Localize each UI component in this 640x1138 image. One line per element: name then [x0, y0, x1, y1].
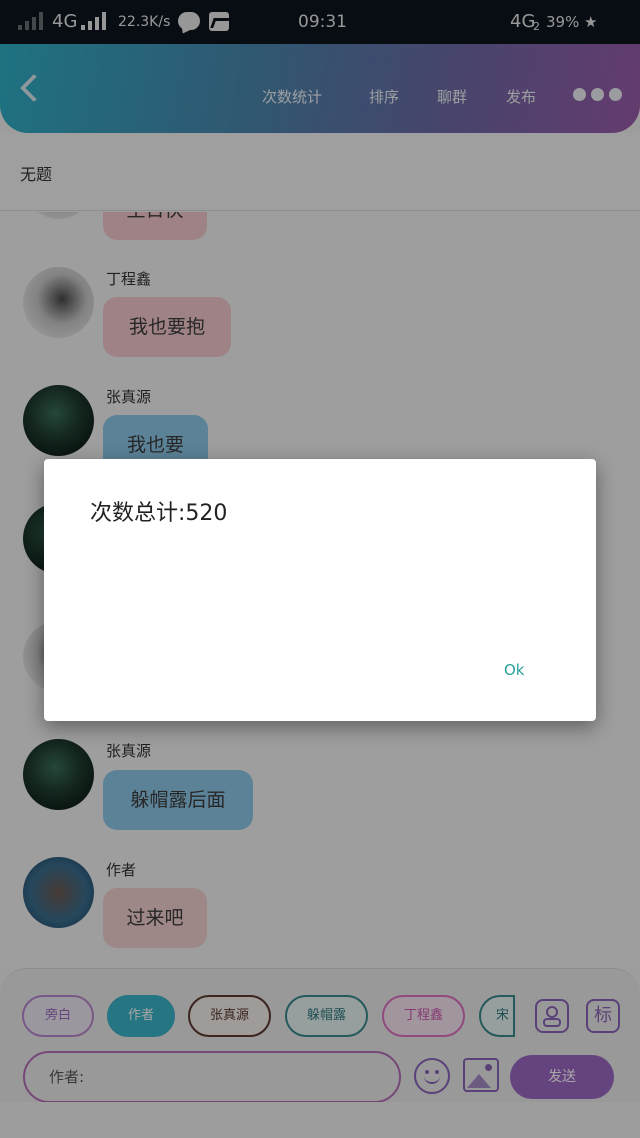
count-dialog: 次数总计:520 Ok [44, 459, 596, 721]
dialog-message: 次数总计:520 [90, 501, 228, 526]
ok-button[interactable]: Ok [504, 661, 525, 679]
